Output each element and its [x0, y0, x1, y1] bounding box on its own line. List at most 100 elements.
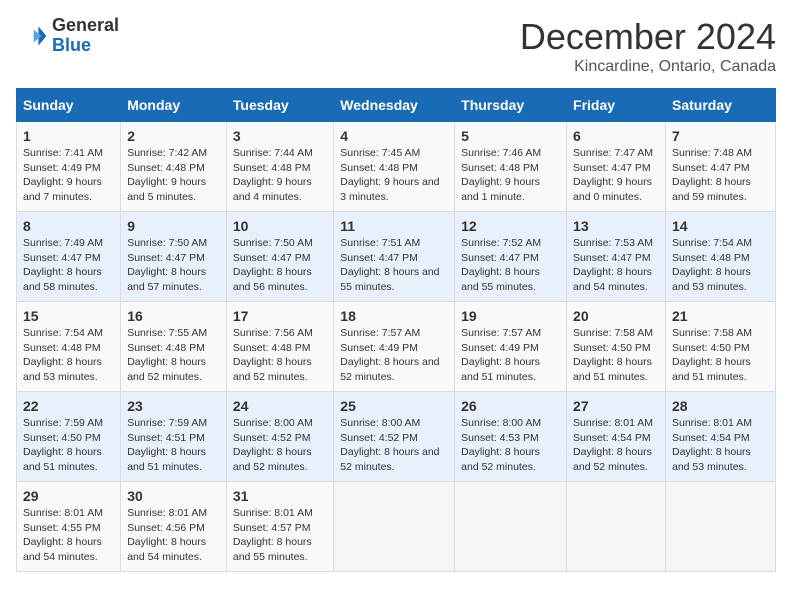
calendar-cell: 6 Sunrise: 7:47 AMSunset: 4:47 PMDayligh… [567, 122, 666, 212]
day-number: 25 [340, 398, 448, 414]
week-row-5: 29 Sunrise: 8:01 AMSunset: 4:55 PMDaylig… [17, 482, 776, 572]
day-number: 3 [233, 128, 327, 144]
calendar-cell: 29 Sunrise: 8:01 AMSunset: 4:55 PMDaylig… [17, 482, 121, 572]
day-number: 30 [127, 488, 220, 504]
day-info: Sunrise: 7:44 AMSunset: 4:48 PMDaylight:… [233, 147, 313, 203]
calendar-cell: 12 Sunrise: 7:52 AMSunset: 4:47 PMDaylig… [455, 212, 567, 302]
weekday-header-friday: Friday [567, 89, 666, 122]
day-number: 31 [233, 488, 327, 504]
month-title: December 2024 [520, 16, 776, 58]
weekday-header-saturday: Saturday [665, 89, 775, 122]
calendar-cell: 3 Sunrise: 7:44 AMSunset: 4:48 PMDayligh… [226, 122, 333, 212]
calendar-header: SundayMondayTuesdayWednesdayThursdayFrid… [17, 89, 776, 122]
day-info: Sunrise: 8:01 AMSunset: 4:54 PMDaylight:… [573, 417, 653, 473]
day-number: 19 [461, 308, 560, 324]
day-info: Sunrise: 7:54 AMSunset: 4:48 PMDaylight:… [23, 327, 103, 383]
day-info: Sunrise: 7:48 AMSunset: 4:47 PMDaylight:… [672, 147, 752, 203]
day-info: Sunrise: 7:58 AMSunset: 4:50 PMDaylight:… [672, 327, 752, 383]
calendar-cell: 31 Sunrise: 8:01 AMSunset: 4:57 PMDaylig… [226, 482, 333, 572]
day-number: 27 [573, 398, 659, 414]
calendar-cell: 4 Sunrise: 7:45 AMSunset: 4:48 PMDayligh… [334, 122, 455, 212]
day-number: 29 [23, 488, 114, 504]
calendar-cell: 24 Sunrise: 8:00 AMSunset: 4:52 PMDaylig… [226, 392, 333, 482]
calendar-cell: 30 Sunrise: 8:01 AMSunset: 4:56 PMDaylig… [121, 482, 227, 572]
day-number: 2 [127, 128, 220, 144]
weekday-header-monday: Monday [121, 89, 227, 122]
calendar-cell: 21 Sunrise: 7:58 AMSunset: 4:50 PMDaylig… [665, 302, 775, 392]
day-number: 5 [461, 128, 560, 144]
calendar-cell: 27 Sunrise: 8:01 AMSunset: 4:54 PMDaylig… [567, 392, 666, 482]
day-number: 11 [340, 218, 448, 234]
day-number: 18 [340, 308, 448, 324]
day-info: Sunrise: 7:45 AMSunset: 4:48 PMDaylight:… [340, 147, 439, 203]
day-info: Sunrise: 7:57 AMSunset: 4:49 PMDaylight:… [340, 327, 439, 383]
calendar-cell: 28 Sunrise: 8:01 AMSunset: 4:54 PMDaylig… [665, 392, 775, 482]
calendar-cell: 10 Sunrise: 7:50 AMSunset: 4:47 PMDaylig… [226, 212, 333, 302]
logo-text: General Blue [52, 16, 119, 56]
calendar-cell: 20 Sunrise: 7:58 AMSunset: 4:50 PMDaylig… [567, 302, 666, 392]
day-info: Sunrise: 8:01 AMSunset: 4:56 PMDaylight:… [127, 507, 207, 563]
day-number: 6 [573, 128, 659, 144]
calendar-cell: 14 Sunrise: 7:54 AMSunset: 4:48 PMDaylig… [665, 212, 775, 302]
weekday-header-wednesday: Wednesday [334, 89, 455, 122]
calendar-cell: 22 Sunrise: 7:59 AMSunset: 4:50 PMDaylig… [17, 392, 121, 482]
day-info: Sunrise: 7:49 AMSunset: 4:47 PMDaylight:… [23, 237, 103, 293]
weekday-header-thursday: Thursday [455, 89, 567, 122]
day-info: Sunrise: 7:51 AMSunset: 4:47 PMDaylight:… [340, 237, 439, 293]
header: General Blue December 2024 Kincardine, O… [16, 16, 776, 76]
day-number: 17 [233, 308, 327, 324]
day-info: Sunrise: 7:59 AMSunset: 4:50 PMDaylight:… [23, 417, 103, 473]
calendar-cell: 8 Sunrise: 7:49 AMSunset: 4:47 PMDayligh… [17, 212, 121, 302]
day-info: Sunrise: 7:55 AMSunset: 4:48 PMDaylight:… [127, 327, 207, 383]
day-number: 15 [23, 308, 114, 324]
calendar-cell: 17 Sunrise: 7:56 AMSunset: 4:48 PMDaylig… [226, 302, 333, 392]
day-info: Sunrise: 7:46 AMSunset: 4:48 PMDaylight:… [461, 147, 541, 203]
calendar-cell: 5 Sunrise: 7:46 AMSunset: 4:48 PMDayligh… [455, 122, 567, 212]
calendar-cell: 1 Sunrise: 7:41 AMSunset: 4:49 PMDayligh… [17, 122, 121, 212]
calendar-cell: 13 Sunrise: 7:53 AMSunset: 4:47 PMDaylig… [567, 212, 666, 302]
day-info: Sunrise: 7:41 AMSunset: 4:49 PMDaylight:… [23, 147, 103, 203]
day-number: 7 [672, 128, 769, 144]
day-info: Sunrise: 7:53 AMSunset: 4:47 PMDaylight:… [573, 237, 653, 293]
calendar-cell: 18 Sunrise: 7:57 AMSunset: 4:49 PMDaylig… [334, 302, 455, 392]
day-info: Sunrise: 7:56 AMSunset: 4:48 PMDaylight:… [233, 327, 313, 383]
day-number: 8 [23, 218, 114, 234]
day-info: Sunrise: 8:01 AMSunset: 4:55 PMDaylight:… [23, 507, 103, 563]
calendar-cell: 25 Sunrise: 8:00 AMSunset: 4:52 PMDaylig… [334, 392, 455, 482]
day-number: 21 [672, 308, 769, 324]
logo: General Blue [16, 16, 119, 56]
weekday-row: SundayMondayTuesdayWednesdayThursdayFrid… [17, 89, 776, 122]
day-info: Sunrise: 7:47 AMSunset: 4:47 PMDaylight:… [573, 147, 653, 203]
day-number: 23 [127, 398, 220, 414]
day-info: Sunrise: 7:58 AMSunset: 4:50 PMDaylight:… [573, 327, 653, 383]
day-number: 26 [461, 398, 560, 414]
day-info: Sunrise: 8:00 AMSunset: 4:52 PMDaylight:… [233, 417, 313, 473]
calendar-cell: 2 Sunrise: 7:42 AMSunset: 4:48 PMDayligh… [121, 122, 227, 212]
day-info: Sunrise: 7:57 AMSunset: 4:49 PMDaylight:… [461, 327, 541, 383]
day-info: Sunrise: 7:59 AMSunset: 4:51 PMDaylight:… [127, 417, 207, 473]
day-number: 10 [233, 218, 327, 234]
calendar-cell: 16 Sunrise: 7:55 AMSunset: 4:48 PMDaylig… [121, 302, 227, 392]
calendar-cell: 11 Sunrise: 7:51 AMSunset: 4:47 PMDaylig… [334, 212, 455, 302]
week-row-3: 15 Sunrise: 7:54 AMSunset: 4:48 PMDaylig… [17, 302, 776, 392]
day-number: 4 [340, 128, 448, 144]
day-number: 28 [672, 398, 769, 414]
day-info: Sunrise: 8:01 AMSunset: 4:54 PMDaylight:… [672, 417, 752, 473]
day-info: Sunrise: 8:00 AMSunset: 4:52 PMDaylight:… [340, 417, 439, 473]
calendar-body: 1 Sunrise: 7:41 AMSunset: 4:49 PMDayligh… [17, 122, 776, 572]
logo-icon [16, 20, 48, 52]
weekday-header-sunday: Sunday [17, 89, 121, 122]
day-info: Sunrise: 7:50 AMSunset: 4:47 PMDaylight:… [233, 237, 313, 293]
day-number: 13 [573, 218, 659, 234]
title-area: December 2024 Kincardine, Ontario, Canad… [520, 16, 776, 76]
logo-general: General [52, 16, 119, 36]
calendar-table: SundayMondayTuesdayWednesdayThursdayFrid… [16, 88, 776, 572]
day-info: Sunrise: 7:42 AMSunset: 4:48 PMDaylight:… [127, 147, 207, 203]
day-info: Sunrise: 7:50 AMSunset: 4:47 PMDaylight:… [127, 237, 207, 293]
day-number: 14 [672, 218, 769, 234]
calendar-cell [665, 482, 775, 572]
calendar-cell: 9 Sunrise: 7:50 AMSunset: 4:47 PMDayligh… [121, 212, 227, 302]
day-number: 24 [233, 398, 327, 414]
calendar-cell: 23 Sunrise: 7:59 AMSunset: 4:51 PMDaylig… [121, 392, 227, 482]
calendar-cell [567, 482, 666, 572]
